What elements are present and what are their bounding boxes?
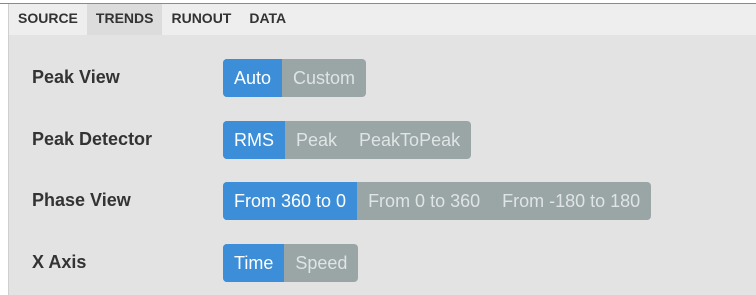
x-axis-label: X Axis	[32, 252, 87, 272]
peak-detector-option-rms[interactable]: RMS	[223, 121, 285, 159]
setting-row-peak-detector: Peak Detector RMS Peak PeakToPeak	[9, 119, 756, 159]
x-axis-option-time[interactable]: Time	[223, 244, 285, 282]
setting-row-x-axis: X Axis Time Speed	[9, 242, 756, 282]
peak-detector-option-peak[interactable]: Peak	[285, 121, 348, 159]
peak-view-option-auto[interactable]: Auto	[223, 59, 283, 97]
peak-detector-toggle: RMS Peak PeakToPeak	[223, 121, 472, 159]
setting-row-phase-view: Phase View From 360 to 0 From 0 to 360 F…	[9, 180, 756, 220]
tab-runout[interactable]: RUNOUT	[162, 4, 240, 35]
setting-row-peak-view: Peak View Auto Custom	[9, 57, 756, 97]
phase-view-option-360-to-0[interactable]: From 360 to 0	[223, 182, 358, 220]
phase-view-option-minus180-to-180[interactable]: From -180 to 180	[491, 182, 651, 220]
phase-view-toggle: From 360 to 0 From 0 to 360 From -180 to…	[223, 182, 652, 220]
tab-data[interactable]: DATA	[240, 4, 295, 35]
x-axis-option-speed[interactable]: Speed	[284, 244, 358, 282]
peak-view-toggle: Auto Custom	[223, 59, 367, 97]
settings-window: SOURCE TRENDS RUNOUT DATA Peak View Auto…	[0, 0, 756, 295]
phase-view-label: Phase View	[32, 190, 131, 210]
trends-settings-panel: Peak View Auto Custom Peak Detector RMS …	[9, 35, 756, 295]
phase-view-option-0-to-360[interactable]: From 0 to 360	[357, 182, 491, 220]
peak-detector-label: Peak Detector	[32, 129, 153, 149]
tab-source[interactable]: SOURCE	[9, 4, 87, 35]
tab-trends[interactable]: TRENDS	[86, 4, 163, 35]
peak-detector-option-peaktopeak[interactable]: PeakToPeak	[348, 121, 471, 159]
x-axis-toggle: Time Speed	[223, 244, 359, 282]
peak-view-label: Peak View	[32, 67, 120, 87]
peak-view-option-custom[interactable]: Custom	[282, 59, 366, 97]
tab-bar: SOURCE TRENDS RUNOUT DATA	[9, 4, 756, 35]
